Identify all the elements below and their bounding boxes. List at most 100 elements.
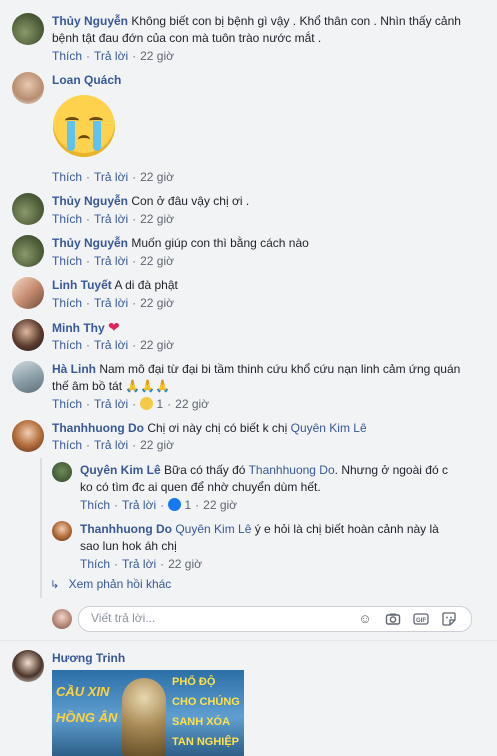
reply-link[interactable]: Trả lời: [94, 254, 128, 268]
comment-text: thế âm bồ tát 🙏🙏🙏: [52, 379, 171, 393]
comment-text: Chị ơi này chị có biết k chị: [147, 421, 288, 435]
banner-text-right-4: TAN NGHIỆP: [172, 736, 240, 748]
timestamp[interactable]: 22 giờ: [140, 170, 174, 184]
mention-link[interactable]: Thanhhuong Do: [249, 463, 335, 477]
timestamp[interactable]: 22 giờ: [168, 557, 202, 571]
sticker-mouth: [78, 135, 90, 144]
avatar[interactable]: [12, 361, 44, 393]
avatar[interactable]: [12, 650, 44, 682]
more-replies-link[interactable]: ↳ Xem phản hồi khác: [50, 577, 171, 591]
reply-link[interactable]: Trả lời: [94, 49, 128, 63]
commenter-name[interactable]: Quyên Kim Lê: [80, 463, 161, 477]
reply-link[interactable]: Trả lời: [122, 557, 156, 571]
timestamp[interactable]: 22 giờ: [140, 49, 174, 63]
commenter-name[interactable]: Minh Thy: [52, 321, 105, 335]
avatar[interactable]: [12, 13, 44, 45]
camera-icon[interactable]: [385, 611, 401, 627]
avatar[interactable]: [12, 277, 44, 309]
banner-text-right-3: SANH XÓA: [172, 716, 231, 728]
avatar[interactable]: [52, 521, 72, 541]
avatar[interactable]: [12, 319, 44, 351]
timestamp[interactable]: 22 giờ: [140, 296, 174, 310]
reply-link[interactable]: Trả lời: [94, 397, 128, 411]
statue-figure: [122, 678, 166, 756]
comment-actions: Thích · Trả lời · 22 giờ: [52, 49, 174, 63]
avatar: [52, 609, 72, 629]
sticker-tear-left: [67, 121, 75, 151]
mention-link[interactable]: Quyên Kim Lê: [175, 522, 251, 536]
like-reaction-icon[interactable]: [168, 498, 182, 511]
banner-text-left-2: HỒNG ÂN: [56, 710, 118, 725]
reply-link[interactable]: Trả lời: [94, 170, 128, 184]
reply-link[interactable]: Trả lời: [94, 438, 128, 452]
reply-link[interactable]: Trả lời: [122, 498, 156, 512]
sticker-icon[interactable]: [441, 611, 457, 627]
comment-text: A di đà phật: [114, 278, 178, 292]
sad-reaction-icon[interactable]: [140, 397, 154, 410]
like-link[interactable]: Thích: [52, 212, 82, 226]
like-link[interactable]: Thích: [52, 170, 82, 184]
comment-actions: Thích · Trả lời · 22 giờ: [52, 296, 174, 310]
reply-link[interactable]: Trả lời: [94, 296, 128, 310]
comment-text: ko có tìm đc ai quen để nhờ chuyển dùm h…: [80, 480, 321, 494]
comment-actions: Thích · Trả lời · 1 · 22 giờ: [80, 498, 238, 512]
reply-placeholder: Viết trả lời...: [91, 611, 156, 625]
heart-emoji: ❤: [108, 319, 120, 335]
mention-link[interactable]: Quyên Kim Lê: [291, 421, 367, 435]
svg-text:GIF: GIF: [416, 618, 426, 624]
commenter-name[interactable]: Linh Tuyết: [52, 278, 112, 292]
comment-text: Nam mô đại từ đại bi tầm thinh cứu khổ c…: [99, 362, 461, 376]
commenter-name[interactable]: Thủy Nguyễn: [52, 14, 128, 28]
timestamp[interactable]: 22 giờ: [140, 438, 174, 452]
avatar[interactable]: [12, 420, 44, 452]
comment-text: Con ở đâu vậy chị ơi .: [131, 194, 250, 208]
commenter-name[interactable]: Thủy Nguyễn: [52, 236, 128, 250]
like-link[interactable]: Thích: [52, 254, 82, 268]
avatar[interactable]: [12, 72, 44, 104]
attached-image[interactable]: CẦU XIN HỒNG ÂN PHỔ ĐỘ CHO CHÚNG SANH XÓ…: [52, 670, 244, 756]
timestamp[interactable]: 22 giờ: [140, 212, 174, 226]
comment-actions: Thích · Trả lời · 22 giờ: [52, 438, 174, 452]
reply-input[interactable]: Viết trả lời... ☺ GIF: [78, 606, 472, 632]
timestamp[interactable]: 22 giờ: [203, 498, 237, 512]
commenter-name[interactable]: Loan Quách: [52, 72, 121, 88]
timestamp[interactable]: 22 giờ: [140, 254, 174, 268]
avatar[interactable]: [12, 193, 44, 225]
like-link[interactable]: Thích: [52, 338, 82, 352]
like-link[interactable]: Thích: [52, 49, 82, 63]
comment-actions: Thích · Trả lời · 22 giờ: [52, 212, 174, 226]
commenter-name[interactable]: Hà Linh: [52, 362, 96, 376]
banner-text-right-1: PHỔ ĐỘ: [172, 676, 216, 688]
reply-link[interactable]: Trả lời: [94, 212, 128, 226]
comment-text: Bữa có thấy đó: [164, 463, 246, 477]
like-link[interactable]: Thích: [80, 557, 110, 571]
commenter-name[interactable]: Thanhhuong Do: [52, 421, 144, 435]
comment-actions: Thích · Trả lời · 1 · 22 giờ: [52, 397, 210, 411]
timestamp[interactable]: 22 giờ: [175, 397, 209, 411]
commenter-name[interactable]: Thanhhuong Do: [80, 522, 172, 536]
comment-text: bệnh tật đau đớn của con mà tuôn trào nư…: [52, 31, 322, 45]
gif-icon[interactable]: GIF: [413, 611, 429, 627]
reply-thread-line: [40, 458, 42, 598]
comment-text: Muốn giúp con thì bằng cách nào: [131, 236, 309, 250]
comment-actions: Thích · Trả lời · 22 giờ: [80, 557, 202, 571]
comment-text: sao lun hok áh chị: [80, 539, 177, 553]
like-link[interactable]: Thích: [52, 438, 82, 452]
commenter-name[interactable]: Thủy Nguyễn: [52, 194, 128, 208]
like-link[interactable]: Thích: [52, 397, 82, 411]
banner-text-right-2: CHO CHÚNG: [172, 696, 240, 708]
timestamp[interactable]: 22 giờ: [140, 338, 174, 352]
reply-arrow-icon: ↳: [50, 579, 60, 591]
like-link[interactable]: Thích: [80, 498, 110, 512]
avatar[interactable]: [52, 462, 72, 482]
sticker-crying-face: [53, 95, 115, 157]
commenter-name[interactable]: Hương Trinh: [52, 650, 125, 666]
sticker-tear-right: [93, 121, 101, 151]
reply-link[interactable]: Trả lời: [94, 338, 128, 352]
comment-actions: Thích · Trả lời · 22 giờ: [52, 254, 174, 268]
emoji-icon[interactable]: ☺: [357, 611, 373, 627]
comment-actions: Thích · Trả lời · 22 giờ: [52, 170, 174, 184]
avatar[interactable]: [12, 235, 44, 267]
divider: [0, 640, 497, 641]
like-link[interactable]: Thích: [52, 296, 82, 310]
